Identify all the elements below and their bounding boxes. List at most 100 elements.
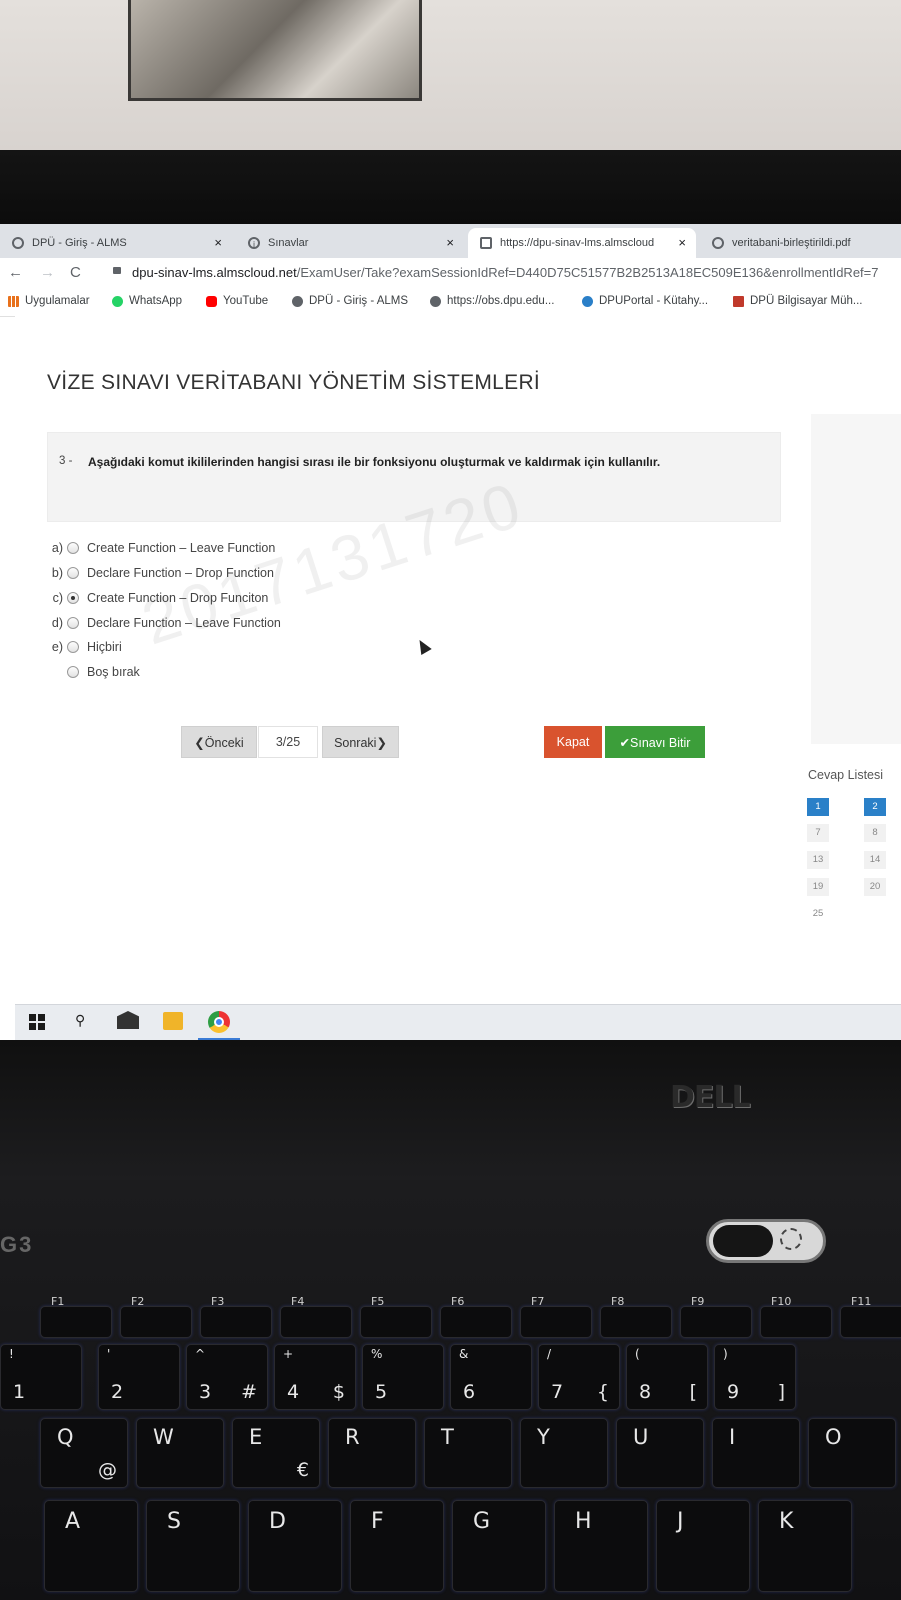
- back-arrow-icon[interactable]: ←: [8, 264, 23, 281]
- chrome-icon[interactable]: [208, 1011, 230, 1033]
- function-key[interactable]: F7: [520, 1295, 592, 1338]
- option-e[interactable]: e) Hiçbiri: [41, 636, 122, 658]
- option-label: Boş bırak: [87, 665, 140, 679]
- answer-list-item[interactable]: 14: [864, 851, 886, 869]
- letter-key[interactable]: A: [44, 1500, 138, 1592]
- tab-dpu-giris[interactable]: DPÜ - Giriş - ALMS ×: [0, 228, 232, 258]
- number-key[interactable]: & 6: [450, 1344, 532, 1410]
- letter-key[interactable]: J: [656, 1500, 750, 1592]
- windows-start-icon[interactable]: [29, 1014, 45, 1030]
- key-label: W: [153, 1425, 174, 1449]
- function-key[interactable]: F11: [840, 1295, 901, 1338]
- radio-button[interactable]: [67, 617, 79, 629]
- number-key[interactable]: / 7 {: [538, 1344, 620, 1410]
- finish-exam-button[interactable]: ✔Sınavı Bitir: [605, 726, 705, 758]
- power-button[interactable]: [706, 1219, 826, 1263]
- function-key[interactable]: F10: [760, 1295, 832, 1338]
- option-a[interactable]: a) Create Function – Leave Function: [41, 537, 275, 559]
- option-d[interactable]: d) Declare Function – Leave Function: [41, 612, 281, 634]
- function-key[interactable]: F5: [360, 1295, 432, 1338]
- letter-key[interactable]: O: [808, 1418, 896, 1488]
- bookmark-dpu-giris[interactable]: DPÜ - Giriş - ALMS: [292, 295, 408, 307]
- close-button[interactable]: Kapat: [544, 726, 602, 758]
- letter-key[interactable]: S: [146, 1500, 240, 1592]
- key-label: !: [9, 1347, 14, 1361]
- search-icon[interactable]: ⚲: [75, 1012, 85, 1029]
- radio-button[interactable]: [67, 666, 79, 678]
- function-key[interactable]: F6: [440, 1295, 512, 1338]
- answer-list-item[interactable]: 13: [807, 851, 829, 869]
- number-key[interactable]: ! 1: [0, 1344, 82, 1410]
- answer-list-item[interactable]: 1: [807, 798, 829, 816]
- radio-button[interactable]: [67, 641, 79, 653]
- radio-button-selected[interactable]: [67, 592, 79, 604]
- globe-icon: [292, 295, 303, 307]
- key-label: F: [371, 1509, 384, 1534]
- number-key[interactable]: +4 $: [274, 1344, 356, 1410]
- letter-key[interactable]: E €: [232, 1418, 320, 1488]
- letter-key[interactable]: W: [136, 1418, 224, 1488]
- key-label: (: [635, 1347, 640, 1361]
- previous-button[interactable]: ❮Önceki: [181, 726, 257, 758]
- letter-key[interactable]: U: [616, 1418, 704, 1488]
- tab-sinavlar[interactable]: i Sınavlar ×: [236, 228, 464, 258]
- key-label: #: [241, 1381, 257, 1403]
- url-field[interactable]: dpu-sinav-lms.almscloud.net/ExamUser/Tak…: [132, 265, 878, 280]
- key-label: ]: [777, 1381, 785, 1403]
- close-tab-icon[interactable]: ×: [446, 235, 454, 250]
- tab-exam[interactable]: https://dpu-sinav-lms.almscloud ×: [468, 228, 696, 258]
- answer-list-item[interactable]: 2: [864, 798, 886, 816]
- function-key[interactable]: F2: [120, 1295, 192, 1338]
- key-label: /: [547, 1347, 552, 1361]
- answer-list-item[interactable]: 20: [864, 878, 886, 896]
- letter-key[interactable]: R: [328, 1418, 416, 1488]
- letter-key[interactable]: H: [554, 1500, 648, 1592]
- tab-pdf[interactable]: veritabani-birleştirildi.pdf: [700, 228, 901, 258]
- function-key[interactable]: F8: [600, 1295, 672, 1338]
- function-key[interactable]: F1: [40, 1295, 112, 1338]
- bookmark-whatsapp[interactable]: WhatsApp: [112, 295, 182, 307]
- function-key[interactable]: F3: [200, 1295, 272, 1338]
- file-explorer-icon[interactable]: [163, 1012, 183, 1030]
- number-key[interactable]: ' 2: [98, 1344, 180, 1410]
- reload-icon[interactable]: C: [70, 264, 81, 281]
- letter-key[interactable]: Y: [520, 1418, 608, 1488]
- option-b[interactable]: b) Declare Function – Drop Function: [41, 562, 274, 584]
- bookmark-youtube[interactable]: YouTube: [206, 295, 268, 307]
- letter-key[interactable]: K: [758, 1500, 852, 1592]
- whatsapp-icon: [112, 295, 123, 307]
- bookmark-dpuportal[interactable]: DPUPortal - Kütahy...: [582, 295, 708, 307]
- bookmark-obs[interactable]: https://obs.dpu.edu...: [430, 295, 554, 307]
- next-button[interactable]: Sonraki❯: [322, 726, 399, 758]
- letter-key[interactable]: T: [424, 1418, 512, 1488]
- number-key[interactable]: ) 9]: [714, 1344, 796, 1410]
- number-key[interactable]: % 5: [362, 1344, 444, 1410]
- letter-key[interactable]: G: [452, 1500, 546, 1592]
- option-blank[interactable]: Boş bırak: [41, 661, 140, 683]
- letter-key[interactable]: Q @: [40, 1418, 128, 1488]
- radio-button[interactable]: [67, 567, 79, 579]
- radio-button[interactable]: [67, 542, 79, 554]
- function-key[interactable]: F4: [280, 1295, 352, 1338]
- forward-arrow-icon[interactable]: →: [40, 264, 55, 281]
- close-tab-icon[interactable]: ×: [678, 235, 686, 250]
- letter-key[interactable]: I: [712, 1418, 800, 1488]
- number-key[interactable]: (8 [: [626, 1344, 708, 1410]
- answer-list-item[interactable]: 8: [864, 824, 886, 842]
- bookmark-dpu-bilgisayar[interactable]: DPÜ Bilgisayar Müh...: [733, 295, 862, 307]
- function-key[interactable]: F9: [680, 1295, 752, 1338]
- key-label: 9: [727, 1381, 740, 1403]
- dell-logo: DELL: [670, 1080, 751, 1115]
- letter-key[interactable]: F: [350, 1500, 444, 1592]
- answer-list-item[interactable]: 19: [807, 878, 829, 896]
- answer-list-item[interactable]: 25: [807, 905, 829, 923]
- option-c[interactable]: c) Create Function – Drop Funciton: [41, 587, 269, 609]
- url-host: dpu-sinav-lms.almscloud.net: [132, 265, 297, 280]
- mail-icon[interactable]: [117, 1011, 139, 1029]
- letter-key[interactable]: D: [248, 1500, 342, 1592]
- bookmark-apps[interactable]: Uygulamalar: [8, 295, 90, 307]
- key-label: F7: [531, 1295, 545, 1308]
- number-key[interactable]: ^ 3 #: [186, 1344, 268, 1410]
- answer-list-item[interactable]: 7: [807, 824, 829, 842]
- close-tab-icon[interactable]: ×: [214, 235, 222, 250]
